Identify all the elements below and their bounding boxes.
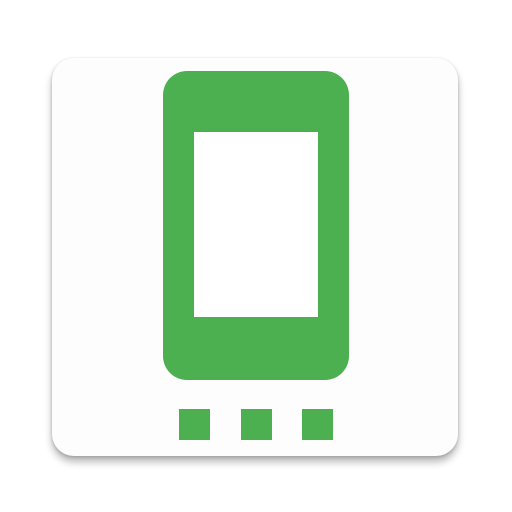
indicator-dot-icon (179, 409, 210, 440)
app-icon-tile[interactable] (52, 58, 458, 456)
launcher-icon-canvas (0, 0, 512, 512)
phone-device-icon (163, 71, 349, 380)
indicator-dot-icon (302, 409, 333, 440)
phone-screen (194, 132, 318, 317)
indicator-dot-icon (241, 409, 272, 440)
